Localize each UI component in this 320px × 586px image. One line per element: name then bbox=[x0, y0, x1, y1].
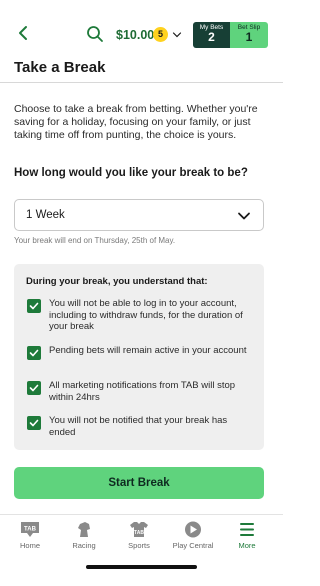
top-header: $10.00 5 My Bets 2 Bet Slip 1 bbox=[0, 0, 283, 52]
start-break-button[interactable]: Start Break bbox=[14, 467, 264, 499]
jersey-icon: TAB bbox=[130, 522, 148, 537]
chevron-down-icon[interactable] bbox=[172, 30, 182, 40]
nav-item-home[interactable]: TAB Home bbox=[5, 521, 55, 550]
nav-label: More bbox=[238, 541, 256, 550]
bet-slip-button[interactable]: Bet Slip 1 bbox=[230, 22, 268, 48]
header-divider bbox=[0, 82, 283, 83]
term-text: Pending bets will remain active in your … bbox=[49, 345, 247, 356]
search-icon[interactable] bbox=[86, 25, 104, 43]
nav-item-sports[interactable]: TAB Sports bbox=[114, 521, 164, 550]
tab-logo-icon: TAB bbox=[21, 522, 39, 537]
intro-text: Choose to take a break from betting. Whe… bbox=[14, 103, 258, 141]
checkbox-checked-icon[interactable] bbox=[27, 346, 41, 360]
terms-title: During your break, you understand that: bbox=[26, 276, 208, 287]
notification-badge: 5 bbox=[153, 27, 168, 42]
horse-icon bbox=[78, 522, 90, 537]
nav-label: Play Central bbox=[172, 541, 214, 550]
my-bets-count: 2 bbox=[208, 30, 215, 44]
chevron-down-icon bbox=[238, 212, 250, 220]
break-duration-select[interactable]: 1 Week bbox=[14, 199, 264, 231]
nav-label: Sports bbox=[128, 541, 150, 550]
svg-text:TAB: TAB bbox=[24, 527, 37, 533]
menu-icon bbox=[240, 523, 254, 536]
nav-item-play-central[interactable]: Play Central bbox=[168, 521, 218, 550]
bet-slip-count: 1 bbox=[245, 30, 253, 44]
my-bets-button[interactable]: My Bets 2 bbox=[193, 22, 230, 48]
checkbox-checked-icon[interactable] bbox=[27, 299, 41, 313]
page-title: Take a Break bbox=[14, 59, 106, 76]
term-text: You will not be able to log in to your a… bbox=[49, 298, 243, 332]
checkbox-checked-icon[interactable] bbox=[27, 416, 41, 430]
back-arrow-icon[interactable] bbox=[14, 24, 32, 42]
duration-question: How long would you like your break to be… bbox=[14, 167, 248, 179]
account-balance[interactable]: $10.00 bbox=[116, 28, 154, 42]
play-icon bbox=[185, 521, 201, 538]
nav-label: Racing bbox=[72, 541, 96, 550]
svg-text:TAB: TAB bbox=[134, 530, 144, 536]
term-text: You will not be notified that your break… bbox=[49, 415, 228, 438]
nav-label: Home bbox=[19, 541, 40, 550]
nav-item-racing[interactable]: Racing bbox=[59, 521, 109, 550]
selected-duration: 1 Week bbox=[26, 209, 65, 221]
term-text: All marketing notifications from TAB wil… bbox=[49, 380, 236, 403]
checkbox-checked-icon[interactable] bbox=[27, 381, 41, 395]
bottom-nav: TAB Home Racing TAB Sports Play Central … bbox=[0, 514, 283, 586]
terms-panel: During your break, you understand that: … bbox=[14, 264, 264, 450]
break-end-hint: Your break will end on Thursday, 25th of… bbox=[14, 236, 176, 245]
nav-item-more[interactable]: More bbox=[222, 521, 272, 550]
home-indicator[interactable] bbox=[86, 565, 197, 569]
